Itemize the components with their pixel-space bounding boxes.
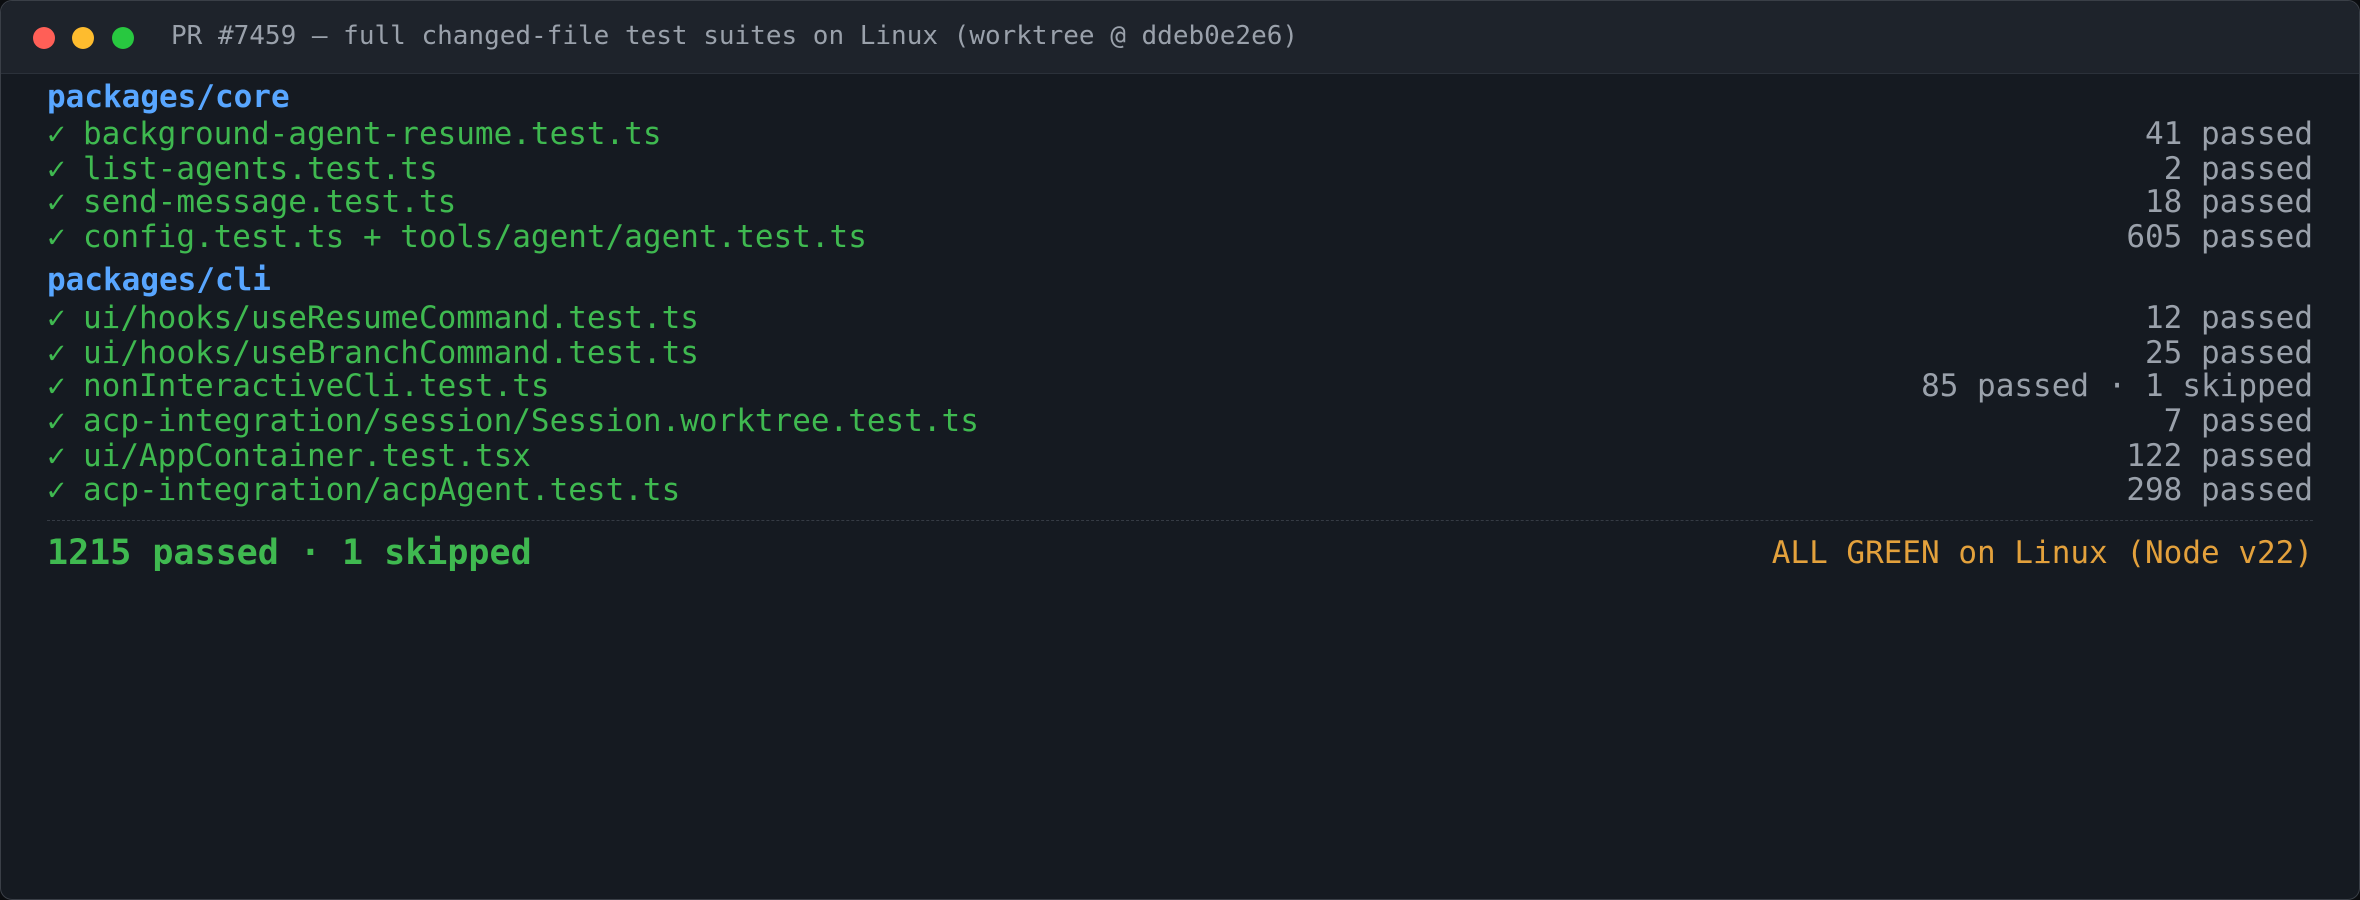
maximize-window-button[interactable]: [112, 27, 134, 49]
status-message: ALL GREEN on Linux (Node v22): [1771, 535, 2313, 571]
check-icon: ✓: [47, 472, 66, 508]
section-heading-cli: packages/cli: [47, 262, 271, 298]
summary-totals: 1215 passed · 1 skipped: [47, 533, 532, 573]
test-row: ✓ acp-integration/acpAgent.test.ts 298 p…: [47, 468, 2313, 512]
test-result: 605 passed: [2126, 219, 2313, 255]
test-file-name: acp-integration/acpAgent.test.ts: [83, 472, 681, 508]
test-result: 298 passed: [2126, 472, 2313, 508]
check-icon: ✓: [47, 219, 66, 255]
window-title: PR #7459 — full changed-file test suites…: [171, 21, 1299, 51]
terminal-window: PR #7459 — full changed-file test suites…: [0, 0, 2360, 900]
test-row: ✓ config.test.ts + tools/agent/agent.tes…: [47, 215, 2313, 259]
test-file-name: config.test.ts + tools/agent/agent.test.…: [83, 219, 867, 255]
close-window-button[interactable]: [33, 27, 55, 49]
title-bar: PR #7459 — full changed-file test suites…: [1, 1, 2359, 74]
test-output: packages/core ✓ background-agent-resume.…: [47, 73, 2313, 899]
section-heading-core: packages/core: [47, 79, 290, 115]
divider: [47, 520, 2313, 521]
minimize-window-button[interactable]: [72, 27, 94, 49]
